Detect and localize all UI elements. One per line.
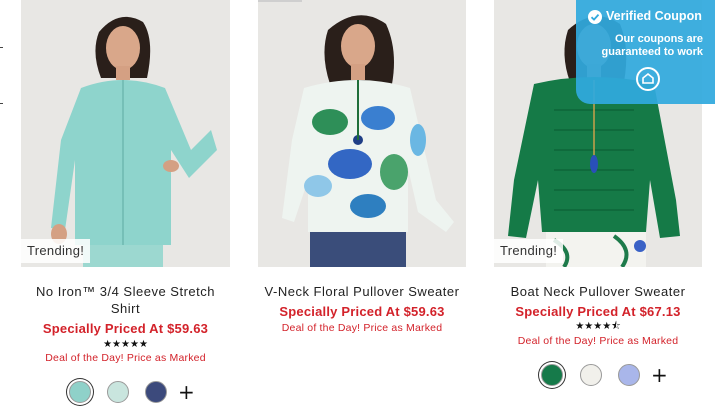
product-name-line: No Iron™ 3/4 Sleeve Stretch [36, 284, 215, 299]
deal-text: Deal of the Day! Price as Marked [281, 322, 443, 334]
plus-icon[interactable]: + [178, 382, 195, 402]
color-swatch-ivory[interactable] [580, 364, 602, 386]
edge-marker [0, 103, 3, 104]
coupon-title: Verified Coupon [606, 9, 702, 23]
deal-text: Deal of the Day! Price as Marked [517, 335, 679, 347]
deal-text: Deal of the Day! Price as Marked [45, 352, 206, 364]
color-swatch-aqua[interactable] [69, 381, 91, 403]
color-swatch-green[interactable] [541, 364, 563, 386]
color-swatch-navy[interactable] [145, 381, 167, 403]
coupon-subtitle-line: Our coupons are [614, 33, 703, 45]
star-rating[interactable]: ★★★★★ [21, 340, 230, 350]
product-price: Specially Priced At $59.63 [42, 321, 209, 336]
product-name[interactable]: V-Neck Floral Pullover Sweater [258, 283, 466, 300]
trending-badge: Trending! [21, 239, 91, 263]
product-name-line: V-Neck Floral Pullover Sweater [264, 284, 460, 299]
trending-badge: Trending! [494, 239, 564, 263]
color-swatch-mint[interactable] [107, 381, 129, 403]
product-name[interactable]: Boat Neck Pullover Sweater [494, 283, 702, 300]
product-price: Specially Priced At $67.13 [515, 304, 681, 319]
product-name[interactable]: No Iron™ 3/4 Sleeve Stretch Shirt [0, 283, 258, 317]
verified-coupon-widget[interactable]: Verified Coupon Our coupons are guarante… [576, 0, 715, 104]
color-swatch-periwinkle[interactable] [618, 364, 640, 386]
image-top-tab [258, 0, 302, 2]
product-price: Specially Priced At $59.63 [279, 304, 445, 319]
product-image[interactable] [258, 0, 466, 267]
product-name-line: Boat Neck Pullover Sweater [510, 284, 686, 299]
coupon-subtitle: Our coupons are guaranteed to work [602, 33, 703, 58]
star-rating[interactable]: ★★★★⯪ [494, 322, 702, 332]
check-circle-icon [588, 10, 602, 24]
product-name-line: Shirt [110, 301, 141, 316]
coupon-tag-icon[interactable] [636, 67, 660, 91]
plus-icon[interactable]: + [651, 365, 668, 385]
edge-marker [0, 47, 3, 48]
product-image[interactable]: Trending! [21, 0, 230, 267]
coupon-subtitle-line: guaranteed to work [601, 45, 703, 58]
